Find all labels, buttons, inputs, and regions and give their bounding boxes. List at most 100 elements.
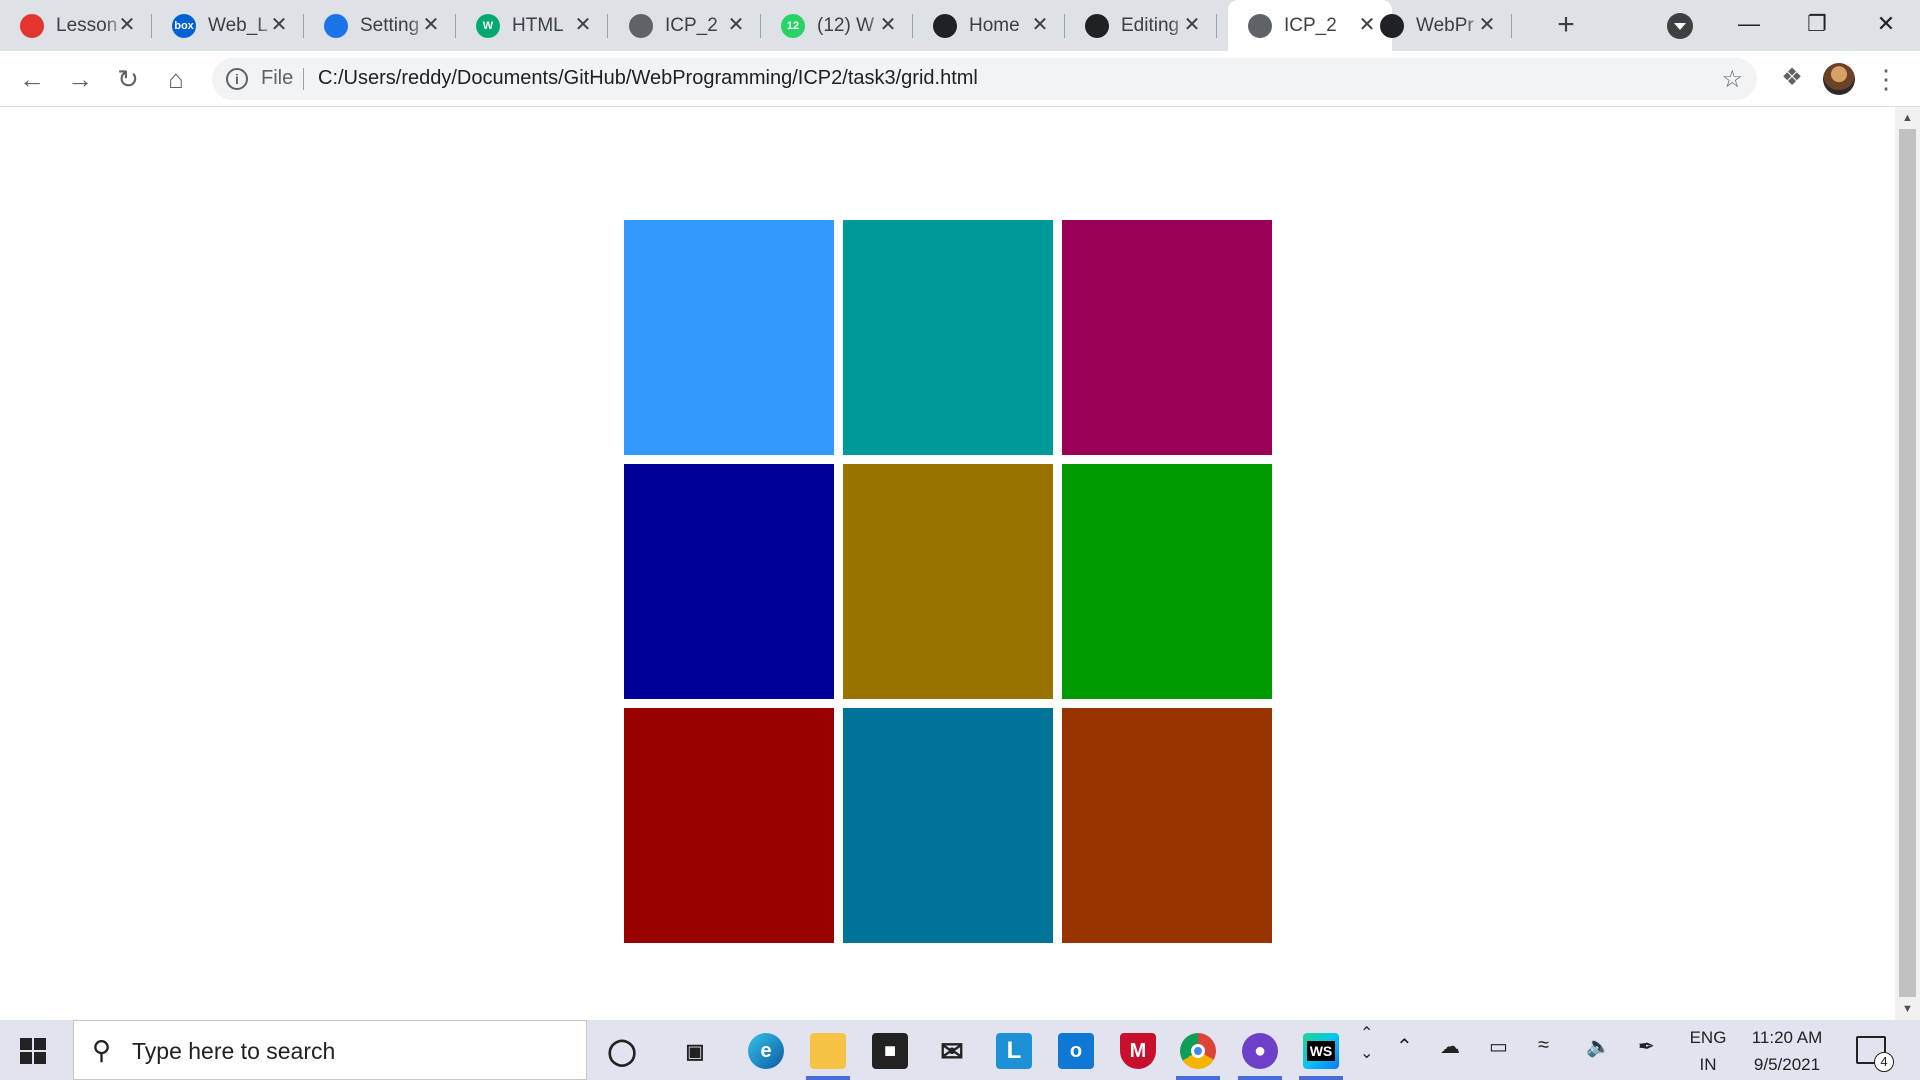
reload-icon[interactable]: ↻	[112, 63, 144, 95]
mail-icon[interactable]: ✉	[934, 1033, 970, 1069]
address-bar[interactable]: i File C:/Users/reddy/Documents/GitHub/W…	[212, 58, 1757, 100]
tab-close-icon[interactable]: ✕	[420, 14, 442, 36]
restore-button[interactable]: ❐	[1797, 8, 1837, 40]
browser-tab[interactable]: ICP_2 ✕	[609, 0, 761, 51]
pen-icon[interactable]: ✒	[1638, 1034, 1655, 1059]
color-grid	[624, 220, 1272, 943]
grid-cell	[1062, 708, 1272, 943]
notification-count-badge: 4	[1874, 1052, 1894, 1072]
task-view-icon[interactable]: ▣	[677, 1033, 713, 1069]
bookmark-star-icon[interactable]: ☆	[1721, 65, 1743, 94]
tab-strip: Lesson ✕ box Web_L ✕ Setting ✕ W HTML ✕ ICP_2 ✕ 12 (1…	[0, 0, 1920, 51]
tab-close-icon[interactable]: ✕	[116, 14, 138, 36]
file-explorer-icon[interactable]	[810, 1033, 846, 1069]
search-icon: ⚲	[92, 1035, 112, 1065]
tab-separator	[1511, 14, 1512, 38]
outlook-icon[interactable]: o	[1058, 1033, 1094, 1069]
github-desktop-active-indicator	[1238, 1076, 1282, 1080]
webstorm-active-indicator	[1299, 1076, 1343, 1080]
url-scheme-label: File	[261, 67, 294, 89]
file-explorer-active-indicator	[806, 1076, 850, 1080]
clock-time: 11:20 AM	[1751, 1028, 1823, 1047]
webstorm-icon[interactable]: WS	[1303, 1033, 1339, 1069]
taskbar-search-box[interactable]: ⚲ Type here to search	[73, 1020, 587, 1080]
browser-tab[interactable]: W HTML ✕	[456, 0, 608, 51]
gear-icon	[324, 13, 348, 38]
language-code: ENG	[1689, 1028, 1727, 1047]
cortana-icon[interactable]: ◯	[604, 1033, 640, 1069]
tab-close-icon[interactable]: ✕	[725, 14, 747, 36]
grid-cell	[624, 220, 834, 455]
store-icon[interactable]: ■	[872, 1033, 908, 1069]
wifi-icon[interactable]: ≈	[1538, 1034, 1549, 1057]
tab-close-icon[interactable]: ✕	[268, 14, 290, 36]
grid-cell	[843, 708, 1053, 943]
page-viewport	[0, 107, 1895, 1020]
edge-icon[interactable]: e	[748, 1033, 784, 1069]
browser-tab[interactable]: Setting ✕	[304, 0, 456, 51]
url-text[interactable]: C:/Users/reddy/Documents/GitHub/WebProgr…	[318, 67, 978, 90]
globe-icon	[629, 13, 653, 38]
tab-search-icon[interactable]	[1667, 13, 1693, 39]
grid-cell	[1062, 220, 1272, 455]
taskbar-scroll-arrows-icon[interactable]: ⌃ ⌄	[1360, 1024, 1373, 1064]
github-desktop-icon[interactable]: ●	[1242, 1033, 1278, 1069]
grid-cell	[624, 464, 834, 699]
w3schools-icon: W	[476, 13, 500, 38]
tab-separator	[607, 14, 608, 38]
box-icon: box	[172, 13, 196, 38]
lync-icon[interactable]: L	[996, 1033, 1032, 1069]
scrollbar-thumb[interactable]	[1899, 129, 1916, 997]
github-icon	[933, 13, 957, 38]
globe-icon	[1248, 13, 1272, 38]
windows-start-icon[interactable]	[20, 1038, 46, 1064]
browser-tab[interactable]: 12 (12) W ✕	[761, 0, 913, 51]
browser-tab[interactable]: WebPr ✕	[1360, 0, 1512, 51]
github-icon	[1380, 13, 1404, 38]
site-info-icon[interactable]: i	[226, 68, 248, 90]
tab-close-icon[interactable]: ✕	[1476, 14, 1498, 36]
browser-menu-icon[interactable]: ⋮	[1873, 63, 1899, 95]
tab-close-icon[interactable]: ✕	[1029, 14, 1051, 36]
vertical-scrollbar[interactable]: ▲ ▼	[1895, 107, 1920, 1020]
chrome-icon[interactable]	[1180, 1033, 1216, 1069]
taskbar-search-placeholder: Type here to search	[132, 1038, 336, 1064]
minimize-button[interactable]: —	[1729, 8, 1769, 40]
grid-cell	[843, 220, 1053, 455]
language-indicator[interactable]: ENG IN	[1688, 1024, 1728, 1078]
tab-close-icon[interactable]: ✕	[1181, 14, 1203, 36]
home-icon[interactable]: ⌂	[160, 63, 192, 95]
mcafee-icon[interactable]: M	[1120, 1033, 1156, 1069]
battery-icon[interactable]: ▭	[1489, 1034, 1508, 1059]
show-hidden-icons-icon[interactable]: ⌃	[1396, 1034, 1413, 1059]
language-region: IN	[1699, 1055, 1717, 1074]
chrome-active-indicator	[1176, 1076, 1220, 1080]
tab-title: ICP_2	[1284, 14, 1337, 36]
onedrive-cloud-icon[interactable]: ☁	[1440, 1034, 1460, 1059]
whatsapp-icon: 12	[781, 13, 805, 38]
extensions-puzzle-icon[interactable]: ❖	[1777, 63, 1807, 93]
browser-toolbar: ← → ↻ ⌂ i File C:/Users/reddy/Documents/…	[0, 51, 1920, 107]
grid-cell	[624, 708, 834, 943]
scroll-up-arrow-icon[interactable]: ▲	[1895, 109, 1920, 127]
back-icon[interactable]: ←	[16, 63, 48, 95]
github-icon	[1085, 13, 1109, 38]
browser-tab[interactable]: Home ✕	[913, 0, 1065, 51]
volume-icon[interactable]: 🔈	[1586, 1034, 1611, 1059]
umkc-icon	[20, 13, 44, 38]
grid-cell	[843, 464, 1053, 699]
profile-avatar[interactable]	[1823, 63, 1855, 95]
windows-taskbar: ⚲ Type here to search ◯ ▣ e ■ ✉ L o M ● …	[0, 1020, 1920, 1080]
browser-tab[interactable]: Lesson ✕	[0, 0, 152, 51]
browser-tab[interactable]: box Web_L ✕	[152, 0, 304, 51]
grid-cell	[1062, 464, 1272, 699]
scroll-down-arrow-icon[interactable]: ▼	[1895, 1000, 1920, 1018]
new-tab-button[interactable]: +	[1550, 10, 1582, 42]
clock[interactable]: 11:20 AM 9/5/2021	[1742, 1024, 1832, 1078]
forward-icon[interactable]: →	[64, 63, 96, 95]
browser-tab[interactable]: Editing ✕	[1065, 0, 1217, 51]
tab-close-icon[interactable]: ✕	[877, 14, 899, 36]
tab-close-icon[interactable]: ✕	[572, 14, 594, 36]
close-window-button[interactable]: ✕	[1866, 8, 1906, 40]
tab-separator	[1216, 14, 1217, 38]
